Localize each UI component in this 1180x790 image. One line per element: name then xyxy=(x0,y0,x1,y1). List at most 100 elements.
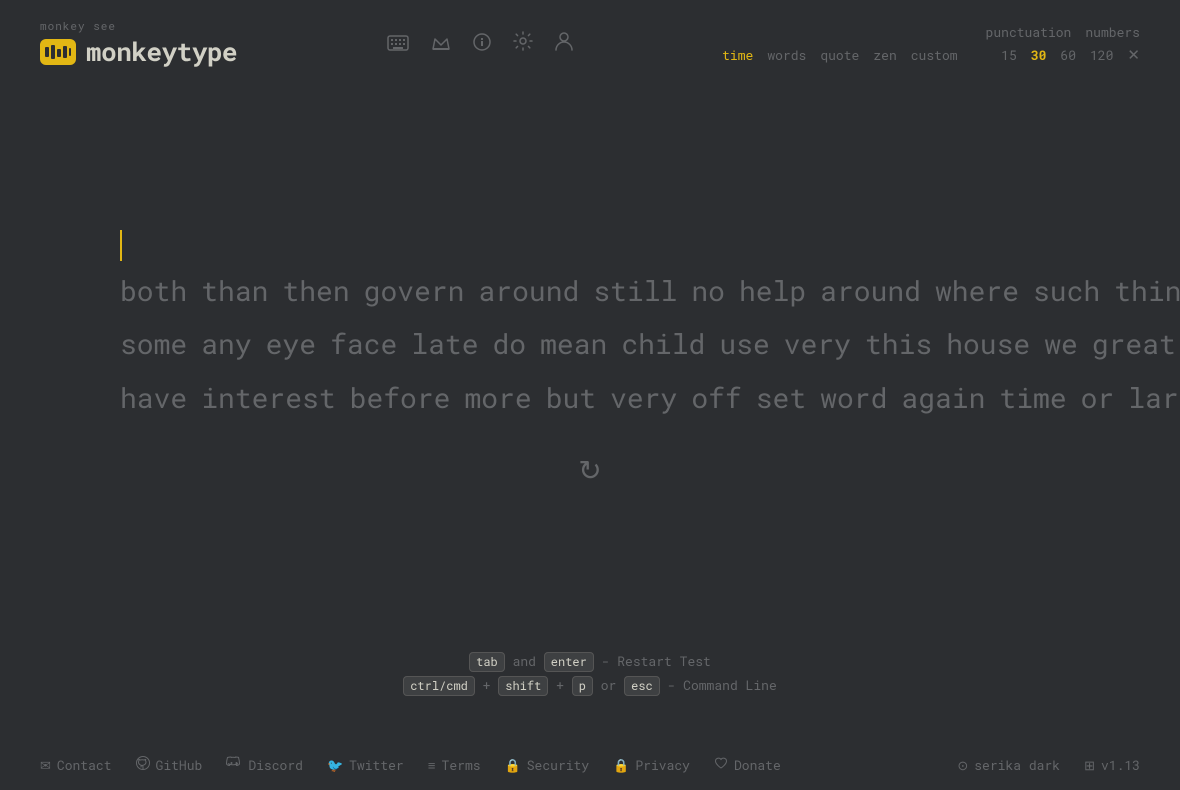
footer-hints: tab and enter - Restart Test ctrl/cmd + … xyxy=(0,652,1180,700)
gear-icon[interactable] xyxy=(513,31,533,56)
terms-link[interactable]: ≡ Terms xyxy=(428,756,481,774)
word: around xyxy=(478,272,579,309)
tab-key: tab xyxy=(469,652,505,672)
security-label: Security xyxy=(527,756,589,774)
word: face xyxy=(330,325,397,362)
header: monkey see monkeytype xyxy=(0,0,1180,79)
time-30[interactable]: 30 xyxy=(1031,46,1047,64)
word: both xyxy=(120,272,187,309)
typing-area: boththanthengovernaroundstillnohelparoun… xyxy=(0,79,1180,528)
version-link[interactable]: ⊞ v1.13 xyxy=(1084,756,1140,774)
word: around xyxy=(820,272,921,309)
settings-close[interactable]: ✕ xyxy=(1127,45,1140,65)
punctuation-toggle[interactable]: punctuation xyxy=(986,23,1072,41)
word: very xyxy=(784,325,851,362)
hint-cmdline: - Command Line xyxy=(668,676,777,694)
mode-words[interactable]: words xyxy=(767,46,806,64)
mode-custom[interactable]: custom xyxy=(911,46,958,64)
terms-icon: ≡ xyxy=(428,756,436,774)
donate-icon xyxy=(714,756,728,774)
twitter-link[interactable]: 🐦 Twitter xyxy=(327,756,404,774)
word: this xyxy=(865,325,932,362)
logo-main: monkeytype xyxy=(40,35,237,69)
discord-label: Discord xyxy=(248,756,303,774)
twitter-label: Twitter xyxy=(349,756,404,774)
mode-zen[interactable]: zen xyxy=(873,46,896,64)
github-icon xyxy=(136,756,150,774)
theme-link[interactable]: ⊙ serika dark xyxy=(957,756,1060,774)
time-60[interactable]: 60 xyxy=(1060,46,1076,64)
info-icon[interactable] xyxy=(473,32,491,56)
word: use xyxy=(719,325,769,362)
word: set xyxy=(756,379,806,416)
refresh-icon[interactable]: ↻ xyxy=(578,451,601,488)
word: we xyxy=(1044,325,1078,362)
word: again xyxy=(901,379,985,416)
nav-icons xyxy=(387,31,573,56)
word: where xyxy=(935,272,1019,309)
typing-lines: boththanthengovernaroundstillnohelparoun… xyxy=(120,219,1060,421)
security-icon: 🔒 xyxy=(505,756,521,774)
word: interest xyxy=(201,379,335,416)
word: then xyxy=(282,272,349,309)
version-label: v1.13 xyxy=(1101,756,1140,774)
word: but xyxy=(546,379,596,416)
privacy-link[interactable]: 🔒 Privacy xyxy=(613,756,690,774)
time-15[interactable]: 15 xyxy=(1001,46,1017,64)
numbers-toggle[interactable]: numbers xyxy=(1085,23,1140,41)
logo-text[interactable]: monkeytype xyxy=(86,35,237,69)
word: word xyxy=(820,379,887,416)
hint-restart: - Restart Test xyxy=(602,652,711,670)
mode-time[interactable]: time xyxy=(722,46,753,64)
github-label: GitHub xyxy=(156,756,203,774)
settings-row1: punctuation numbers xyxy=(986,23,1140,41)
word: or xyxy=(1081,379,1115,416)
word: any xyxy=(201,325,251,362)
privacy-icon: 🔒 xyxy=(613,756,629,774)
donate-link[interactable]: Donate xyxy=(714,756,781,774)
profile-icon[interactable] xyxy=(555,31,573,56)
word: some xyxy=(120,325,187,362)
word: than xyxy=(201,272,268,309)
security-link[interactable]: 🔒 Security xyxy=(505,756,590,774)
privacy-label: Privacy xyxy=(635,756,690,774)
crown-icon[interactable] xyxy=(431,32,451,56)
esc-key: esc xyxy=(624,676,660,696)
discord-icon xyxy=(226,756,242,774)
donate-label: Donate xyxy=(734,756,781,774)
mode-quote[interactable]: quote xyxy=(820,46,859,64)
word: govern xyxy=(364,272,465,309)
word: do xyxy=(493,325,527,362)
discord-link[interactable]: Discord xyxy=(226,756,303,774)
ctrl-key: ctrl/cmd xyxy=(403,676,475,696)
version-icon: ⊞ xyxy=(1084,756,1095,774)
terms-label: Terms xyxy=(442,756,481,774)
typing-line-2: someanyeyefacelatedomeanchilduseverythis… xyxy=(120,320,1060,368)
theme-label: serika dark xyxy=(974,756,1060,774)
settings-bar: punctuation numbers time words quote zen… xyxy=(722,23,1140,65)
keyboard-icon[interactable] xyxy=(387,32,409,56)
typing-line-3: haveinterestbeforemorebutveryoffsetworda… xyxy=(120,374,1060,422)
word: very xyxy=(610,379,677,416)
word: thing xyxy=(1114,272,1180,309)
footer: ✉ Contact GitHub Discord 🐦 xyxy=(0,740,1180,790)
word: before xyxy=(350,379,451,416)
github-link[interactable]: GitHub xyxy=(136,756,203,774)
word: help xyxy=(739,272,806,309)
word: great xyxy=(1092,325,1176,362)
hint-plus2: + xyxy=(556,676,572,694)
word: mean xyxy=(540,325,607,362)
hint-or: or xyxy=(601,676,624,694)
word: no xyxy=(691,272,725,309)
logo-icon[interactable] xyxy=(40,39,76,65)
typing-line-1: boththanthengovernaroundstillnohelparoun… xyxy=(120,219,1060,314)
word: child xyxy=(621,325,705,362)
contact-link[interactable]: ✉ Contact xyxy=(40,756,112,774)
hint-line-1: tab and enter - Restart Test xyxy=(0,652,1180,670)
word: off xyxy=(691,379,741,416)
theme-icon: ⊙ xyxy=(957,756,968,774)
time-120[interactable]: 120 xyxy=(1090,46,1113,64)
shift-key: shift xyxy=(498,676,548,696)
twitter-icon: 🐦 xyxy=(327,756,343,774)
hint-and: and xyxy=(513,652,544,670)
